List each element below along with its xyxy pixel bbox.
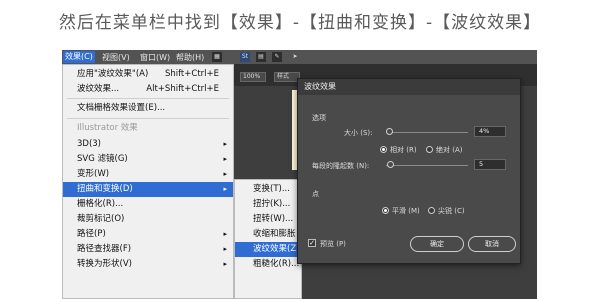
ridges-label: 每段的隆起数 (N): xyxy=(312,162,370,170)
menu-window[interactable]: 窗口(W) xyxy=(140,52,170,63)
zig-zag-dialog: 波纹效果 选项 大小 (S): 4% 相对 (R) 绝对 (A) 每段的隆起数 … xyxy=(297,78,521,264)
brush-icon[interactable]: ✎ xyxy=(272,52,282,62)
preview-label: 预览 (P) xyxy=(320,240,346,248)
ridges-slider-track[interactable] xyxy=(386,165,468,166)
menu-view[interactable]: 视图(V) xyxy=(102,52,130,63)
absolute-label: 绝对 (A) xyxy=(436,146,463,154)
ridges-input[interactable]: 5 xyxy=(474,159,506,170)
submenu-arrow-icon: ▸ xyxy=(223,245,227,253)
corner-radio[interactable] xyxy=(428,207,435,214)
menu-item-crop-marks[interactable]: 裁剪标记(O) xyxy=(63,212,233,227)
menu-item-raster-settings[interactable]: 文档栅格效果设置(E)... xyxy=(63,101,233,116)
size-slider-track[interactable] xyxy=(386,132,468,133)
menu-item-convert-to-shape[interactable]: 转换为形状(V) ▸ xyxy=(63,257,233,272)
preview-checkbox[interactable]: ✓ xyxy=(308,239,316,247)
submenu-item-pucker-bloat[interactable]: 收缩和膨胀 xyxy=(235,227,301,242)
menu-item-3d[interactable]: 3D(3) ▸ xyxy=(63,137,233,152)
smooth-radio[interactable] xyxy=(382,207,389,214)
options-label: 选项 xyxy=(312,114,326,122)
menu-item-apply-last[interactable]: 应用"波纹效果"(A) Shift+Ctrl+E xyxy=(63,67,233,82)
distort-submenu: 变换(T)... 扭拧(K)... 扭转(W)... 收缩和膨胀 波纹效果(Z)… xyxy=(234,179,302,299)
send-icon[interactable]: ➤ xyxy=(290,52,300,62)
grid-icon[interactable]: ▦ xyxy=(212,52,222,62)
tutorial-heading: 然后在菜单栏中找到【效果】-【扭曲和变换】-【波纹效果】 xyxy=(58,13,542,33)
submenu-item-roughen[interactable]: 粗糙化(R)... xyxy=(235,257,301,272)
submenu-arrow-icon: ▸ xyxy=(223,155,227,163)
menu-bar: 效果(C) 视图(V) 窗口(W) 帮助(H) ▦ St ▤ ✎ ➤ xyxy=(62,50,537,64)
ridges-slider-handle[interactable] xyxy=(387,161,395,168)
menu-item-svg-filters[interactable]: SVG 滤镜(G) ▸ xyxy=(63,152,233,167)
menu-item-pathfinder[interactable]: 路径查找器(F) ▸ xyxy=(63,242,233,257)
size-label: 大小 (S): xyxy=(344,129,373,137)
points-label: 点 xyxy=(312,190,319,198)
size-slider-handle[interactable] xyxy=(386,128,394,135)
submenu-item-transform[interactable]: 变换(T)... xyxy=(235,182,301,197)
absolute-radio[interactable] xyxy=(426,146,433,153)
menu-item-warp[interactable]: 变形(W) ▸ xyxy=(63,167,233,182)
submenu-item-twist[interactable]: 扭转(W)... xyxy=(235,212,301,227)
effect-menu: 应用"波纹效果"(A) Shift+Ctrl+E 波纹效果... Alt+Shi… xyxy=(62,64,234,299)
submenu-item-tweak[interactable]: 扭拧(K)... xyxy=(235,197,301,212)
size-input[interactable]: 4% xyxy=(474,126,506,137)
menu-divider xyxy=(67,98,229,99)
submenu-arrow-icon: ▸ xyxy=(223,260,227,268)
corner-label: 尖锐 (C) xyxy=(438,207,465,215)
menu-item-distort-transform[interactable]: 扭曲和变换(D) ▸ xyxy=(63,182,233,197)
zoom-combo[interactable]: 100% xyxy=(240,72,266,82)
menu-help[interactable]: 帮助(H) xyxy=(176,52,204,63)
stock-icon[interactable]: St xyxy=(240,52,250,62)
submenu-arrow-icon: ▸ xyxy=(223,170,227,178)
submenu-arrow-icon: ▸ xyxy=(223,230,227,238)
menu-item-path[interactable]: 路径(P) ▸ xyxy=(63,227,233,242)
menu-item-last-effect[interactable]: 波纹效果... Alt+Shift+Ctrl+E xyxy=(63,82,233,97)
layout-icon[interactable]: ▤ xyxy=(256,52,266,62)
relative-radio[interactable] xyxy=(380,146,387,153)
menu-divider xyxy=(67,118,229,119)
submenu-arrow-icon: ▸ xyxy=(223,185,227,193)
smooth-label: 平滑 (M) xyxy=(392,207,420,215)
submenu-item-zig-zag[interactable]: 波纹效果(Z) xyxy=(235,242,301,257)
submenu-arrow-icon: ▸ xyxy=(223,140,227,148)
dialog-title: 波纹效果 xyxy=(298,79,520,95)
menu-item-rasterize[interactable]: 栅格化(R)... xyxy=(63,197,233,212)
menu-section-illustrator: Illustrator 效果 xyxy=(77,123,138,133)
cancel-button[interactable]: 取消 xyxy=(468,236,516,252)
ok-button[interactable]: 确定 xyxy=(410,236,464,252)
relative-label: 相对 (R) xyxy=(390,146,417,154)
menu-effect[interactable]: 效果(C) xyxy=(63,51,95,63)
